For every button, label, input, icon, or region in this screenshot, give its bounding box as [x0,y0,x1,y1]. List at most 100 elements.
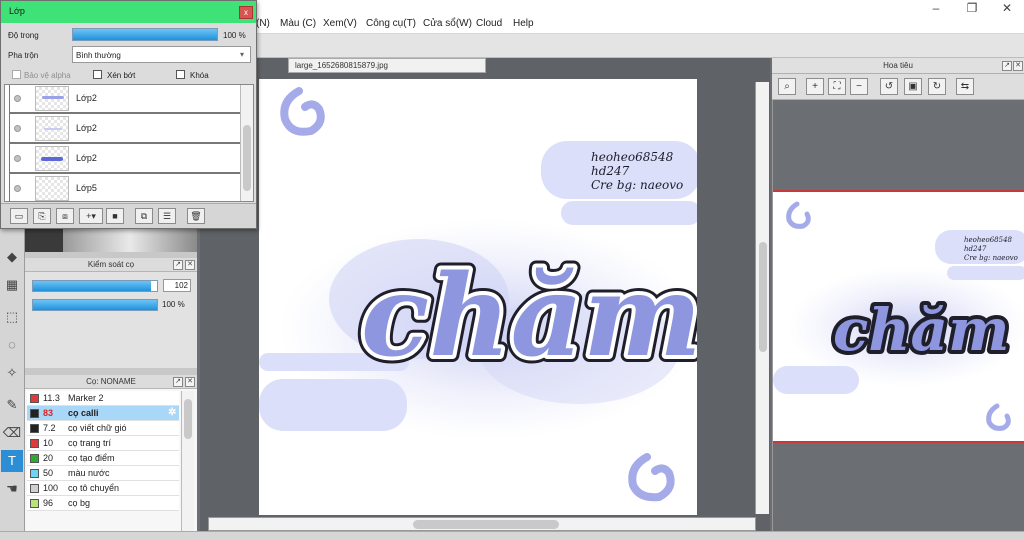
layer-list-scroll-thumb[interactable] [243,125,251,191]
menu-window[interactable]: Cửa sổ(W) [423,18,472,29]
navigator-preview[interactable]: chăm chăm heoheo68548 hd247 Cre bg: naeo… [773,190,1024,443]
menu-color[interactable]: Màu (C) [280,18,316,29]
gradient-icon[interactable]: ▦ [1,274,23,296]
magic-wand-icon[interactable]: ✧ [1,362,23,384]
brush-name: cọ trang trí [68,438,112,448]
layer-opacity-slider[interactable] [72,28,218,41]
brush-item[interactable]: 20 cọ tạo điểm [27,451,179,466]
layer-opacity-value: 100 % [223,31,246,40]
lock-checkbox[interactable] [176,70,185,79]
layer-row[interactable]: Lớp5 [9,173,244,201]
layer-window-titlebar[interactable]: Lớp x [1,1,256,23]
minimize-icon[interactable]: – [926,1,946,15]
duplicate-layer-icon[interactable]: ⧈ [56,208,74,224]
brush-settings-gear-icon[interactable]: ✲ [168,407,176,418]
credit-line-2: hd247 [591,164,630,178]
brush-list-scrollbar[interactable] [181,391,194,539]
brush-opacity-slider[interactable] [32,299,158,311]
undock-icon[interactable]: ↗ [1002,61,1012,71]
brush-item[interactable]: 7.2 cọ viết chữ gió [27,421,179,436]
brush-item[interactable]: 50 màu nước [27,466,179,481]
close-window-icon[interactable]: ✕ [997,1,1017,15]
brush-item[interactable]: 10 cọ trang trí [27,436,179,451]
canvas-hscroll-thumb[interactable] [413,520,559,529]
rotate-right-icon[interactable]: ↻ [928,78,946,95]
menu-cloud[interactable]: Cloud [476,18,502,29]
delete-layer-icon[interactable]: 🗑 [187,208,205,224]
brush-item[interactable]: 83 cọ calli ✲ [27,406,179,421]
bucket-icon[interactable]: ◆ [1,246,23,268]
layer-properties-icon[interactable]: ☰ [158,208,176,224]
close-panel-icon[interactable]: ✕ [185,260,195,270]
brush-size-slider[interactable] [32,280,158,292]
brush-size-value[interactable]: 102 [163,279,191,292]
opacity-label: Độ trong [8,31,39,40]
swirl-icon [280,87,325,136]
brush-color-swatch [30,454,39,463]
rect-select-icon[interactable]: ⬚ [1,306,23,328]
layer-row[interactable]: Lớp2 [9,143,244,173]
new-vector-layer-icon[interactable]: ⎘ [33,208,51,224]
undock-icon[interactable]: ↗ [173,260,183,270]
brush-size: 96 [43,498,54,508]
brush-size: 11.3 [43,393,60,403]
menu-view[interactable]: Xem(V) [323,18,357,29]
visibility-toggle-icon[interactable] [14,95,21,102]
add-layer-menu-icon[interactable]: +▾ [79,208,103,224]
lasso-icon[interactable]: ◌ [1,334,23,356]
close-icon[interactable]: x [239,6,253,19]
blend-mode-select[interactable]: Bình thường ▾ [72,46,251,63]
preview-title: chăm [833,296,1009,364]
reset-view-icon[interactable]: ▣ [904,78,922,95]
rotate-left-icon[interactable]: ↺ [880,78,898,95]
text-tool-icon[interactable]: T [1,450,23,472]
visibility-toggle-icon[interactable] [14,155,21,162]
artwork-canvas[interactable]: chăm chăm chăm heoheo68548 hd247 Cre bg:… [259,79,697,515]
zoom-out-icon[interactable]: − [850,78,868,95]
close-panel-icon[interactable]: ✕ [185,377,195,387]
zoom-in-icon[interactable]: + [806,78,824,95]
layer-thumbnail [35,116,69,141]
flip-icon[interactable]: ⇆ [956,78,974,95]
brush-color-swatch [30,394,39,403]
blend-mode-value: Bình thường [76,51,121,60]
undock-icon[interactable]: ↗ [173,377,183,387]
close-panel-icon[interactable]: ✕ [1013,61,1023,71]
menu-help[interactable]: Help [513,18,534,29]
visibility-toggle-icon[interactable] [14,125,21,132]
menu-tools[interactable]: Công cụ(T) [366,18,416,29]
select-eraser-icon[interactable]: ⌫ [1,422,23,444]
copy-layer-icon[interactable]: ⧉ [135,208,153,224]
brush-item[interactable]: 96 cọ bg [27,496,179,511]
brush-name: cọ viết chữ gió [68,423,127,433]
new-layer-icon[interactable]: ▭ [10,208,28,224]
protect-alpha-checkbox[interactable] [12,70,21,79]
canvas-vscroll-thumb[interactable] [759,242,767,352]
menu-file-partial[interactable]: (N) [256,18,270,29]
brush-control-title: Kiểm soát cọ [87,260,135,269]
brush-control-body: 102 100 % [25,272,197,368]
brush-list-scroll-thumb[interactable] [184,399,192,439]
layer-name: Lớp2 [76,153,97,163]
layer-row[interactable]: Lớp2 [9,113,244,143]
chevron-down-icon: ▾ [240,50,245,59]
document-tab[interactable]: large_1652680815879.jpg [288,58,486,73]
fit-screen-icon[interactable]: ⛶ [828,78,846,95]
brush-item[interactable]: 11.3 Marker 2 [27,391,179,406]
zoom-icon[interactable]: ⌕ [778,78,796,95]
brush-size: 10 [43,438,54,448]
hand-tool-icon[interactable]: ☚ [1,478,23,500]
brush-list-title: Cọ: NONAME [86,377,136,386]
select-pen-icon[interactable]: ✎ [1,394,23,416]
visibility-toggle-icon[interactable] [14,185,21,192]
canvas-hscrollbar[interactable] [208,517,756,531]
layer-row[interactable]: Lớp2 [9,85,244,113]
layer-list-scrollbar[interactable] [240,85,253,201]
layer-window[interactable]: Lớp x Độ trong 100 % Pha trộn Bình thườn… [0,0,257,229]
brush-size: 50 [43,468,54,478]
canvas-vscrollbar[interactable] [755,82,769,514]
layer-folder-icon[interactable]: ■ [106,208,124,224]
brush-item[interactable]: 100 cọ tô chuyển [27,481,179,496]
clip-checkbox[interactable] [93,70,102,79]
restore-icon[interactable]: ❐ [962,1,982,15]
